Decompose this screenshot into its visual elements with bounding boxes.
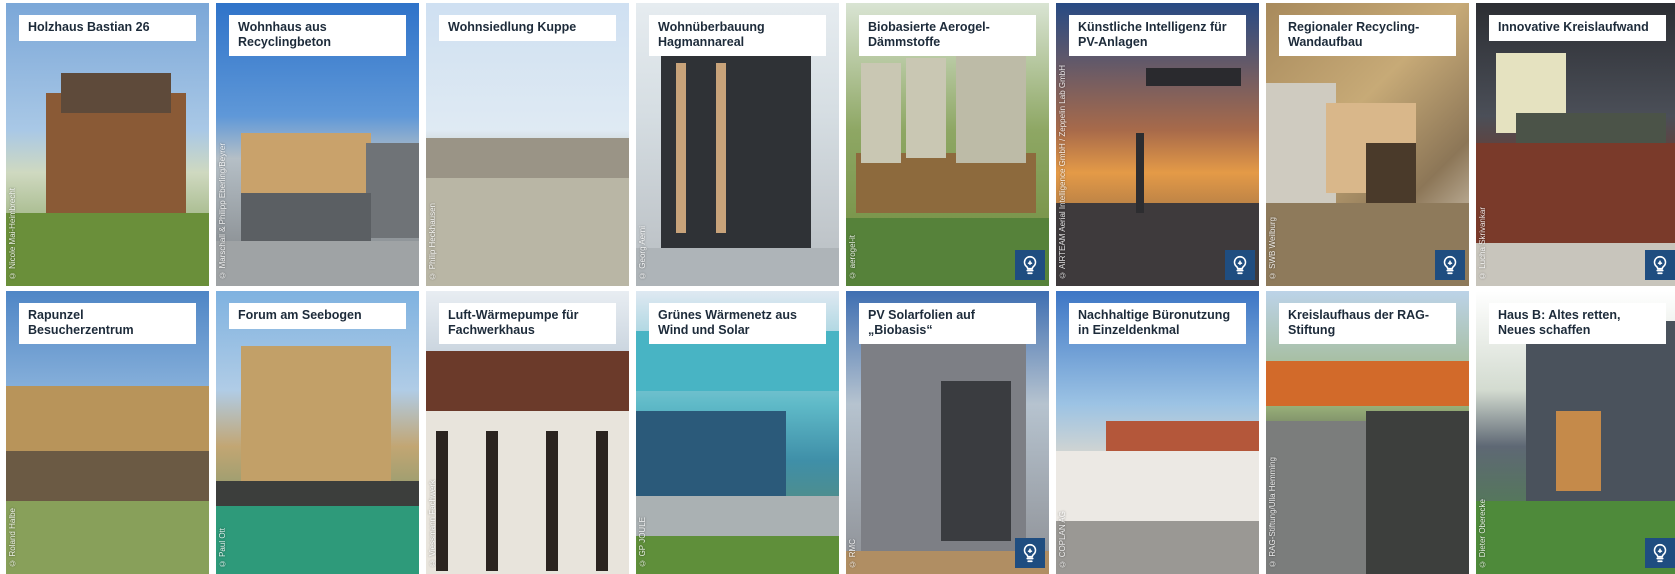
lightbulb-icon [1645, 250, 1675, 280]
project-card-12[interactable]: Grünes Wärmenetz aus Wind und Solar © GP… [636, 291, 839, 574]
lightbulb-icon [1015, 250, 1045, 280]
photo-detail [941, 381, 1011, 541]
photo-detail [216, 506, 419, 574]
project-title: Wohnsiedlung Kuppe [439, 15, 616, 41]
project-card-6[interactable]: Künstliche Intelligenz für PV-Anlagen © … [1056, 3, 1259, 286]
photo-detail [676, 63, 686, 233]
project-title: Luft-Wärmepumpe für Fachwerkhaus [439, 303, 616, 344]
photo-detail [61, 73, 171, 113]
photo-detail [1556, 411, 1601, 491]
photo-detail [1516, 113, 1666, 143]
project-card-8[interactable]: Innovative Kreislaufwand © Lucha Skrivan… [1476, 3, 1675, 286]
project-title: Wohnhaus aus Recyclingbeton [229, 15, 406, 56]
photo-detail [6, 451, 209, 501]
project-title: Innovative Kreislaufwand [1489, 15, 1666, 41]
photo-credit: © Nicole Mai-Heimbrecht [8, 187, 17, 280]
project-title: Grünes Wärmenetz aus Wind und Solar [649, 303, 826, 344]
photo-credit: © RAG-Stiftung/Ulla Hemming [1268, 457, 1277, 568]
photo-detail [1146, 68, 1241, 86]
photo-detail [636, 496, 839, 536]
photo-detail [636, 536, 839, 574]
photo-credit: © GP JOULE [638, 517, 647, 568]
photo-credit: © aerogel-it [848, 235, 857, 280]
project-title: Nachhaltige Büronutzung in Einzeldenkmal [1069, 303, 1246, 344]
project-card-10[interactable]: Forum am Seebogen © Paul Ott [216, 291, 419, 574]
project-card-15[interactable]: Kreislaufhaus der RAG-Stiftung © RAG-Sti… [1266, 291, 1469, 574]
project-title: Holzhaus Bastian 26 [19, 15, 196, 41]
photo-credit: © AIRTEAM Aerial Intelligence GmbH / Zep… [1058, 65, 1067, 280]
project-card-5[interactable]: Biobasierte Aerogel-Dämmstoffe © aerogel… [846, 3, 1049, 286]
project-grid: Holzhaus Bastian 26 © Nicole Mai-Heimbre… [0, 0, 1675, 574]
photo-detail [956, 43, 1026, 163]
project-card-2[interactable]: Wohnhaus aus Recyclingbeton © Marschall … [216, 3, 419, 286]
photo-credit: © SWB Weilburg [1268, 216, 1277, 280]
photo-credit: © Roland Halbe [8, 508, 17, 568]
project-card-16[interactable]: Haus B: Altes retten, Neues schaffen © D… [1476, 291, 1675, 574]
project-card-11[interactable]: Luft-Wärmepumpe für Fachwerkhaus © Viess… [426, 291, 629, 574]
photo-credit: © Paul Ott [218, 527, 227, 568]
photo-credit: © Philip Heckhausen [428, 202, 437, 280]
photo-detail [1366, 143, 1416, 203]
photo-detail [486, 431, 498, 571]
photo-detail [1136, 133, 1144, 213]
photo-credit: © Georg Aerni [638, 226, 647, 280]
photo-detail [6, 501, 209, 574]
photo-detail [216, 241, 419, 286]
photo-detail [1266, 361, 1469, 406]
photo-detail [6, 213, 209, 286]
project-photo [426, 3, 629, 286]
project-title: Kreislaufhaus der RAG-Stiftung [1279, 303, 1456, 344]
project-photo [1476, 3, 1675, 286]
project-card-7[interactable]: Regionaler Recycling-Wandaufbau © SWB We… [1266, 3, 1469, 286]
project-card-3[interactable]: Wohnsiedlung Kuppe © Philip Heckhausen [426, 3, 629, 286]
photo-detail [636, 411, 786, 496]
photo-credit: © Marschall & Philipp Eberling/Beyrer [218, 143, 227, 280]
project-title: Wohnüberbauung Hagmannareal [649, 15, 826, 56]
photo-detail [1056, 521, 1259, 574]
photo-credit: © Viessmann Fachwerk [428, 480, 437, 568]
photo-detail [1056, 451, 1259, 521]
photo-detail [1476, 143, 1675, 243]
photo-detail [241, 133, 371, 193]
project-title: Haus B: Altes retten, Neues schaffen [1489, 303, 1666, 344]
photo-detail [426, 138, 629, 178]
photo-detail [546, 431, 558, 571]
photo-credit: © RMC [848, 538, 857, 568]
project-card-14[interactable]: Nachhaltige Büronutzung in Einzeldenkmal… [1056, 291, 1259, 574]
project-title: Regionaler Recycling-Wandaufbau [1279, 15, 1456, 56]
photo-detail [636, 248, 839, 286]
photo-detail [426, 178, 629, 286]
photo-detail [216, 481, 419, 506]
project-card-4[interactable]: Wohnüberbauung Hagmannareal © Georg Aern… [636, 3, 839, 286]
photo-detail [241, 346, 391, 496]
project-title: Künstliche Intelligenz für PV-Anlagen [1069, 15, 1246, 56]
project-card-13[interactable]: PV Solarfolien auf „Biobasis“ © RMC [846, 291, 1049, 574]
photo-credit: © Dieter Oberecke [1478, 498, 1487, 568]
project-photo [6, 3, 209, 286]
lightbulb-icon [1225, 250, 1255, 280]
project-card-9[interactable]: Rapunzel Besucherzentrum © Roland Halbe [6, 291, 209, 574]
project-title: PV Solarfolien auf „Biobasis“ [859, 303, 1036, 344]
project-title: Forum am Seebogen [229, 303, 406, 329]
lightbulb-icon [1435, 250, 1465, 280]
project-title: Rapunzel Besucherzentrum [19, 303, 196, 344]
project-photo [216, 291, 419, 574]
photo-detail [596, 431, 608, 571]
photo-detail [716, 63, 726, 233]
lightbulb-icon [1015, 538, 1045, 568]
photo-detail [906, 58, 946, 158]
photo-detail [241, 193, 371, 241]
photo-detail [366, 143, 419, 238]
lightbulb-icon [1645, 538, 1675, 568]
photo-credit: © Lucha Skrivankar [1478, 206, 1487, 280]
photo-detail [861, 63, 901, 163]
photo-detail [1366, 411, 1469, 574]
project-card-1[interactable]: Holzhaus Bastian 26 © Nicole Mai-Heimbre… [6, 3, 209, 286]
photo-credit: © COPLAN AG [1058, 510, 1067, 568]
project-title: Biobasierte Aerogel-Dämmstoffe [859, 15, 1036, 56]
